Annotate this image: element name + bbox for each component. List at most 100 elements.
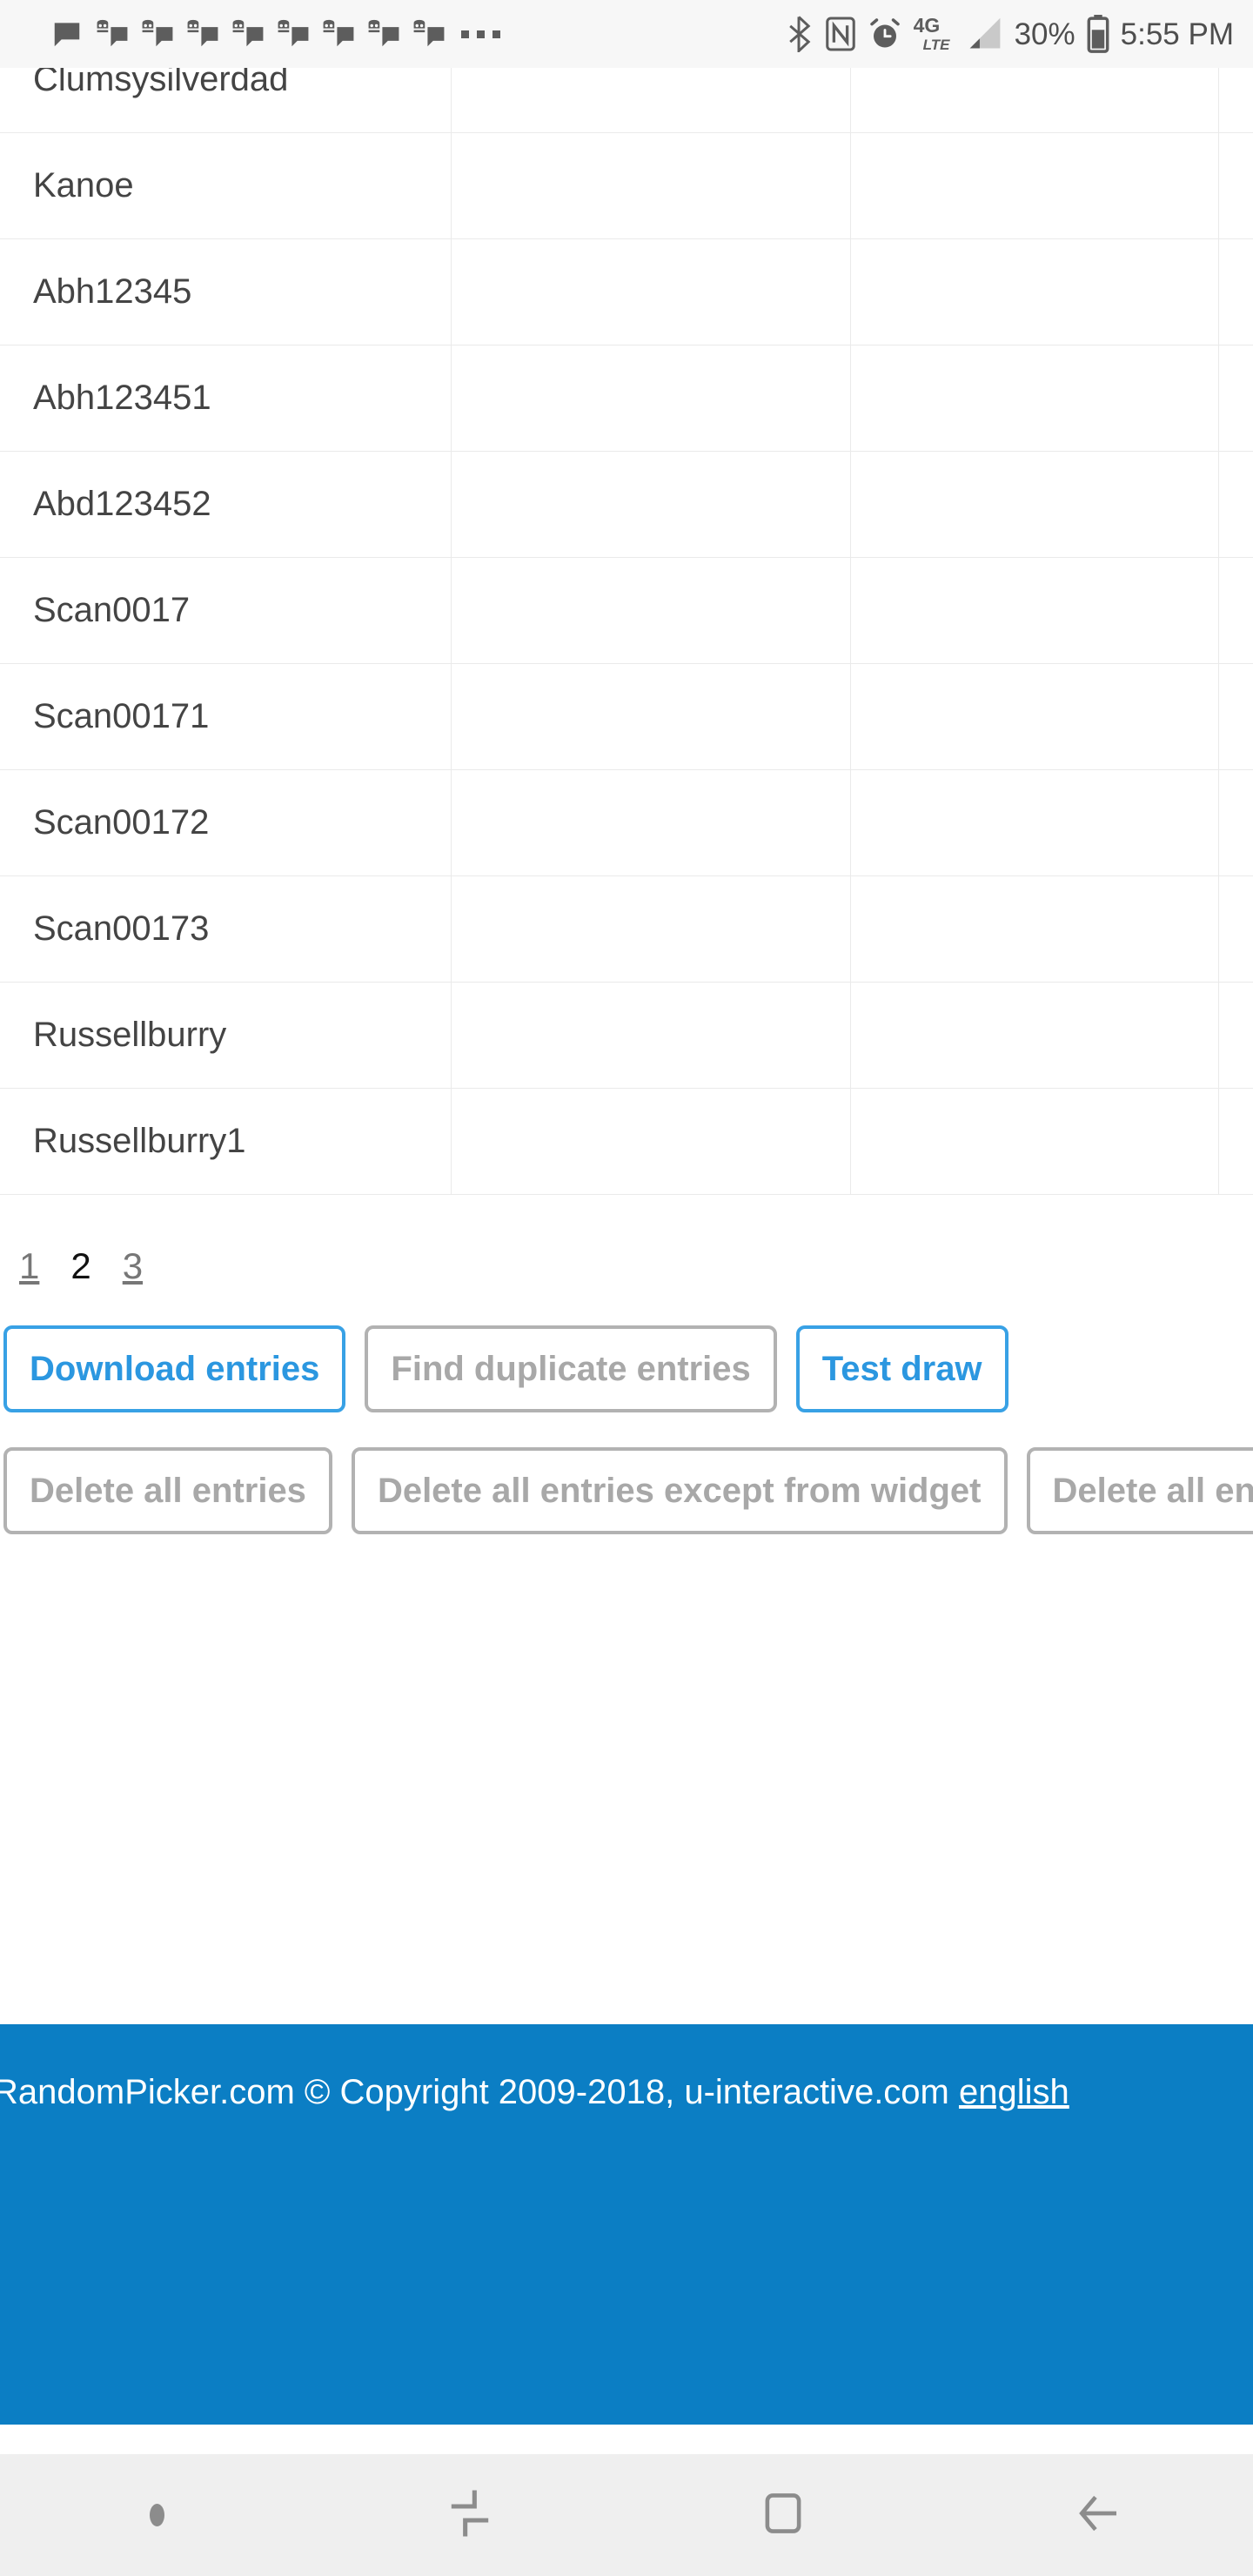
- message-group-icon: [141, 17, 174, 50]
- footer-language-link[interactable]: english: [959, 2073, 1069, 2111]
- entry-name-cell: Scan00173: [0, 875, 452, 983]
- status-bar-notification-icons: [50, 17, 504, 50]
- android-nav-bar: [0, 2454, 1253, 2576]
- nav-home-button[interactable]: [626, 2454, 940, 2576]
- entry-cell-3: [850, 345, 1219, 452]
- entry-cell-3: [850, 451, 1219, 558]
- nfc-icon: [825, 16, 856, 52]
- entry-cell-2: [451, 663, 851, 770]
- pagination: 1 2 3: [19, 1245, 1253, 1287]
- entry-cell-3: [850, 238, 1219, 345]
- entry-cell-4: [1218, 238, 1253, 345]
- entry-name-cell: Scan00171: [0, 663, 452, 770]
- entry-name-cell: Abd123452: [0, 451, 452, 558]
- entry-cell-4: [1218, 68, 1253, 133]
- entry-cell-4: [1218, 132, 1253, 239]
- more-dots-icon: [461, 30, 500, 38]
- table-row[interactable]: Russellburry1: [0, 1088, 1253, 1195]
- table-row[interactable]: Scan00172: [0, 769, 1253, 876]
- signal-bars-icon: [967, 17, 1003, 51]
- entry-cell-4: [1218, 663, 1253, 770]
- entry-cell-3: [850, 982, 1219, 1089]
- entry-cell-2: [451, 1088, 851, 1195]
- table-row[interactable]: Scan00171: [0, 663, 1253, 770]
- entry-cell-4: [1218, 451, 1253, 558]
- footer-copyright-text: RandomPicker.com © Copyright 2009-2018, …: [0, 2073, 959, 2111]
- table-row[interactable]: Clumsysilverdad: [0, 68, 1253, 133]
- recents-icon: [442, 2485, 498, 2546]
- entry-cell-2: [451, 132, 851, 239]
- entry-cell-3: [850, 68, 1219, 133]
- home-icon: [758, 2488, 808, 2543]
- entry-cell-2: [451, 238, 851, 345]
- message-group-icon: [231, 17, 265, 50]
- message-group-icon: [277, 17, 310, 50]
- entry-cell-3: [850, 875, 1219, 983]
- entry-cell-2: [451, 875, 851, 983]
- entry-cell-4: [1218, 769, 1253, 876]
- footer-copyright: RandomPicker.com © Copyright 2009-2018, …: [0, 2070, 1253, 2114]
- message-group-icon: [186, 17, 219, 50]
- pagination-page-1[interactable]: 1: [19, 1245, 39, 1287]
- nav-recents-button[interactable]: [313, 2454, 626, 2576]
- message-icon: [50, 17, 84, 50]
- pagination-page-2-current[interactable]: 2: [70, 1245, 90, 1287]
- clock-label: 5:55 PM: [1120, 17, 1234, 51]
- entry-name-cell: Russellburry1: [0, 1088, 452, 1195]
- battery-percent-label: 30%: [1014, 17, 1075, 51]
- nav-back-button[interactable]: [940, 2454, 1253, 2576]
- entry-name-cell: Russellburry: [0, 982, 452, 1089]
- battery-icon: [1087, 15, 1109, 53]
- primary-action-row: Download entries Find duplicate entries …: [3, 1325, 1253, 1412]
- entry-cell-4: [1218, 875, 1253, 983]
- status-bar-system-icons: 4G LTE 30% 5:55 PM: [784, 15, 1234, 53]
- back-icon: [1069, 2486, 1123, 2545]
- test-draw-button[interactable]: Test draw: [795, 1325, 1008, 1412]
- entry-cell-2: [451, 345, 851, 452]
- table-row[interactable]: Scan0017: [0, 557, 1253, 664]
- dot-indicator-icon: [149, 2504, 164, 2526]
- message-group-icon: [367, 17, 400, 50]
- delete-all-entries-from-widget-button[interactable]: Delete all entries from widget: [1026, 1447, 1253, 1534]
- alarm-icon: [868, 17, 902, 51]
- message-group-icon: [96, 17, 129, 50]
- entry-cell-3: [850, 769, 1219, 876]
- delete-all-entries-button[interactable]: Delete all entries: [3, 1447, 332, 1534]
- entries-table-body: Clumsysilverdad Kanoe Abh12345 Abh123451: [0, 68, 1253, 1195]
- entry-cell-3: [850, 663, 1219, 770]
- bluetooth-icon: [784, 16, 814, 52]
- entry-name-cell: Kanoe: [0, 132, 452, 239]
- delete-all-entries-except-widget-button[interactable]: Delete all entries except from widget: [351, 1447, 1008, 1534]
- table-row[interactable]: Kanoe: [0, 132, 1253, 239]
- network-lte-label: LTE: [922, 37, 950, 53]
- find-duplicate-entries-button[interactable]: Find duplicate entries: [365, 1325, 777, 1412]
- message-group-icon: [412, 17, 446, 50]
- entry-cell-3: [850, 1088, 1219, 1195]
- entry-cell-3: [850, 557, 1219, 664]
- entry-cell-4: [1218, 982, 1253, 1089]
- status-bar: 4G LTE 30% 5:55 PM: [0, 0, 1253, 68]
- nav-dot-indicator[interactable]: [0, 2454, 313, 2576]
- table-row[interactable]: Russellburry: [0, 982, 1253, 1089]
- entry-cell-4: [1218, 557, 1253, 664]
- table-row[interactable]: Abh12345: [0, 238, 1253, 345]
- table-row[interactable]: Abh123451: [0, 345, 1253, 452]
- entry-cell-2: [451, 557, 851, 664]
- entry-cell-2: [451, 451, 851, 558]
- entry-cell-4: [1218, 1088, 1253, 1195]
- entry-cell-3: [850, 132, 1219, 239]
- network-4g-lte-icon: 4G LTE: [914, 16, 955, 53]
- entry-name-cell: Scan00172: [0, 769, 452, 876]
- entry-name-cell: Abh12345: [0, 238, 452, 345]
- delete-action-row: Delete all entries Delete all entries ex…: [3, 1447, 1253, 1534]
- site-footer: RandomPicker.com © Copyright 2009-2018, …: [0, 2024, 1253, 2425]
- table-row[interactable]: Abd123452: [0, 451, 1253, 558]
- entry-name-cell: Abh123451: [0, 345, 452, 452]
- entries-table: Clumsysilverdad Kanoe Abh12345 Abh123451: [0, 68, 1253, 1195]
- table-row[interactable]: Scan00173: [0, 875, 1253, 983]
- entry-cell-2: [451, 982, 851, 1089]
- pagination-page-3[interactable]: 3: [123, 1245, 143, 1287]
- page-content: Clumsysilverdad Kanoe Abh12345 Abh123451: [0, 68, 1253, 2576]
- entry-name-cell: Scan0017: [0, 557, 452, 664]
- download-entries-button[interactable]: Download entries: [3, 1325, 346, 1412]
